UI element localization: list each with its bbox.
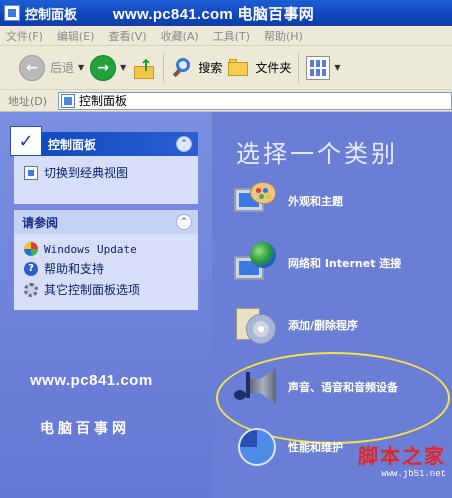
up-folder-button[interactable]: ↑ <box>129 51 159 85</box>
window-title: 控制面板 <box>25 7 78 23</box>
section-title: 请参阅 <box>22 215 59 230</box>
brand-name-watermark: 电脑百事网 <box>40 421 130 437</box>
appearance-themes-icon <box>232 178 280 224</box>
title-bar: 控制面板 www.pc841.com 电脑百事网 <box>0 0 452 26</box>
menu-help[interactable]: 帮助(H) <box>264 28 303 44</box>
address-input[interactable]: 控制面板 <box>58 91 452 110</box>
menu-tools[interactable]: 工具(T) <box>213 28 250 44</box>
link-label: 切换到经典视图 <box>44 166 129 180</box>
menu-file[interactable]: 文件(F) <box>6 28 43 44</box>
watermark-name: 脚本之家 <box>358 444 446 468</box>
category-label: 添加/删除程序 <box>288 319 359 332</box>
toolbar-divider <box>298 52 300 83</box>
help-support-link[interactable]: ? 帮助和支持 <box>24 260 188 277</box>
collapse-chevron-icon[interactable]: ⌃ <box>176 214 192 230</box>
category-appearance[interactable]: 外观和主题 <box>232 176 343 226</box>
help-icon: ? <box>24 261 38 276</box>
up-folder-icon: ↑ <box>132 56 156 80</box>
brand-url-watermark: www.pc841.com <box>30 372 153 389</box>
category-network[interactable]: 网络和 Internet 连接 <box>232 238 401 288</box>
windows-update-link[interactable]: Windows Update <box>24 242 188 256</box>
section-header[interactable]: 请参阅 ⌃ <box>14 210 198 234</box>
performance-icon <box>232 424 280 470</box>
switch-classic-view-link[interactable]: 切换到经典视图 <box>24 164 188 181</box>
back-arrow-icon: ← <box>19 54 45 81</box>
toolbar: ← 后退 ▼ → ▼ ↑ 搜索 文件夹 ▼ <box>0 46 452 90</box>
control-panel-icon <box>4 5 20 21</box>
menu-edit[interactable]: 编辑(E) <box>57 28 95 44</box>
page-title: 选择一个类别 <box>236 140 398 168</box>
corner-watermark: 脚本之家 www.jb51.net <box>358 440 446 479</box>
link-label: Windows Update <box>44 242 137 256</box>
back-label: 后退 <box>50 61 75 75</box>
views-button[interactable]: ▼ <box>303 51 343 85</box>
search-icon <box>171 57 193 79</box>
chevron-down-icon[interactable]: ▼ <box>120 63 126 72</box>
menu-view[interactable]: 查看(V) <box>108 28 146 44</box>
search-label: 搜索 <box>198 61 223 75</box>
control-panel-section: ✓ 控制面板 ⌃ 切换到经典视图 <box>10 126 198 204</box>
section-header[interactable]: ✓ 控制面板 ⌃ <box>10 126 198 156</box>
checklist-icon: ✓ <box>10 126 42 156</box>
link-label: 其它控制面板选项 <box>44 283 141 297</box>
menu-bar: 文件(F) 编辑(E) 查看(V) 收藏(A) 工具(T) 帮助(H) <box>0 26 452 46</box>
forward-button[interactable]: → ▼ <box>87 51 129 85</box>
watermark-url: www.jb51.net <box>381 469 446 479</box>
address-label: 地址(D) <box>8 94 48 108</box>
search-button[interactable]: 搜索 <box>168 51 225 85</box>
folders-button[interactable]: 文件夹 <box>225 51 294 85</box>
network-icon <box>232 240 280 286</box>
gear-icon <box>24 282 38 297</box>
windows-update-icon <box>24 242 38 256</box>
switch-view-icon <box>24 165 38 180</box>
folders-label: 文件夹 <box>255 61 292 75</box>
category-add-remove-programs[interactable]: 添加/删除程序 <box>232 300 358 350</box>
section-title: 控制面板 <box>48 137 97 152</box>
category-label: 网络和 Internet 连接 <box>288 257 402 270</box>
back-button[interactable]: ← 后退 ▼ <box>16 51 87 85</box>
site-watermark: www.pc841.com 电脑百事网 <box>113 5 315 23</box>
menu-favorites[interactable]: 收藏(A) <box>161 28 199 44</box>
category-label: 外观和主题 <box>288 195 343 208</box>
folder-icon <box>228 58 250 78</box>
other-options-link[interactable]: 其它控制面板选项 <box>24 281 188 298</box>
task-pane: ✓ 控制面板 ⌃ 切换到经典视图 请参阅 ⌃ Windows Update ? … <box>0 112 212 498</box>
collapse-chevron-icon[interactable]: ⌃ <box>176 136 192 152</box>
forward-arrow-icon: → <box>90 54 117 81</box>
category-performance[interactable]: 性能和维护 <box>232 422 343 472</box>
chevron-down-icon[interactable]: ▼ <box>334 63 340 72</box>
address-bar: 地址(D) 控制面板 <box>0 90 452 112</box>
views-icon <box>306 55 331 80</box>
link-label: 帮助和支持 <box>44 262 105 276</box>
control-panel-icon <box>61 93 75 108</box>
chevron-down-icon[interactable]: ▼ <box>78 63 84 72</box>
see-also-section: 请参阅 ⌃ Windows Update ? 帮助和支持 其它控制面板选项 <box>14 210 198 310</box>
add-remove-programs-icon <box>232 302 280 348</box>
category-label: 性能和维护 <box>288 441 343 454</box>
address-value: 控制面板 <box>79 94 128 108</box>
toolbar-divider <box>163 52 165 83</box>
